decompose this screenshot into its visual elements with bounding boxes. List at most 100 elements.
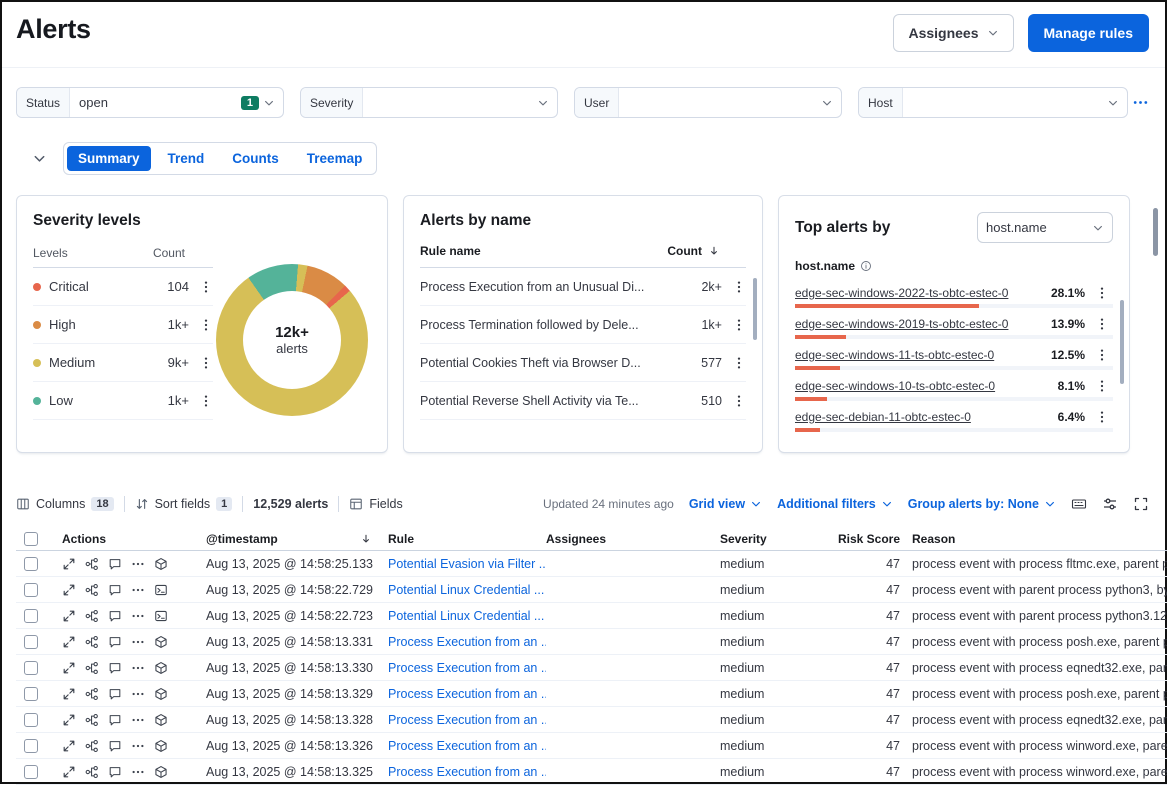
filter-host[interactable]: Host <box>858 87 1128 118</box>
column-header-risk-score[interactable]: Risk Score <box>834 532 900 546</box>
analyzer-icon[interactable] <box>85 557 99 571</box>
manage-rules-button[interactable]: Manage rules <box>1028 14 1149 52</box>
rule-link[interactable]: Process Execution from an ... <box>388 687 546 701</box>
comment-icon[interactable] <box>108 687 122 701</box>
row-checkbox[interactable] <box>24 739 38 753</box>
more-filters-icon[interactable] <box>1132 94 1149 111</box>
filter-status[interactable]: Statusopen1 <box>16 87 284 118</box>
expand-icon[interactable] <box>62 583 76 597</box>
rule-link[interactable]: Process Execution from an ... <box>388 739 546 753</box>
rule-link[interactable]: Process Execution from an ... <box>388 661 546 675</box>
more-actions-icon[interactable] <box>131 583 145 597</box>
kebab-icon[interactable] <box>1095 348 1109 362</box>
info-icon[interactable] <box>860 260 872 272</box>
analyzer-icon[interactable] <box>85 765 99 779</box>
rule-link[interactable]: Process Execution from an ... <box>388 713 546 727</box>
analyzer-icon[interactable] <box>85 583 99 597</box>
more-actions-icon[interactable] <box>131 739 145 753</box>
comment-icon[interactable] <box>108 557 122 571</box>
kebab-icon[interactable] <box>199 318 213 332</box>
page-scrollbar[interactable] <box>1153 208 1158 256</box>
more-actions-icon[interactable] <box>131 557 145 571</box>
fullscreen-icon[interactable] <box>1133 496 1149 512</box>
count-column-header[interactable]: Count <box>667 244 720 258</box>
panel-scrollbar[interactable] <box>753 278 757 340</box>
expand-icon[interactable] <box>62 687 76 701</box>
kebab-icon[interactable] <box>732 356 746 370</box>
cube-icon[interactable] <box>154 713 168 727</box>
kebab-icon[interactable] <box>199 280 213 294</box>
more-actions-icon[interactable] <box>131 713 145 727</box>
more-actions-icon[interactable] <box>131 635 145 649</box>
session-icon[interactable] <box>154 583 168 597</box>
kebab-icon[interactable] <box>199 394 213 408</box>
cube-icon[interactable] <box>154 661 168 675</box>
rule-link[interactable]: Process Execution from an ... <box>388 765 546 779</box>
panel-scrollbar[interactable] <box>1120 300 1124 384</box>
comment-icon[interactable] <box>108 635 122 649</box>
host-name-link[interactable]: edge-sec-windows-2019-ts-obtc-estec-0 <box>795 317 1043 331</box>
more-actions-icon[interactable] <box>131 765 145 779</box>
row-checkbox[interactable] <box>24 661 38 675</box>
comment-icon[interactable] <box>108 609 122 623</box>
row-checkbox[interactable] <box>24 609 38 623</box>
kebab-icon[interactable] <box>732 394 746 408</box>
top-alerts-field-select[interactable]: host.name <box>977 212 1113 243</box>
analyzer-icon[interactable] <box>85 713 99 727</box>
more-actions-icon[interactable] <box>131 661 145 675</box>
row-checkbox[interactable] <box>24 713 38 727</box>
cube-icon[interactable] <box>154 687 168 701</box>
row-checkbox[interactable] <box>24 635 38 649</box>
group-alerts-dropdown[interactable]: Group alerts by: None <box>908 497 1056 511</box>
kebab-icon[interactable] <box>732 318 746 332</box>
expand-icon[interactable] <box>62 557 76 571</box>
analyzer-icon[interactable] <box>85 687 99 701</box>
tab-summary[interactable]: Summary <box>67 146 151 171</box>
expand-icon[interactable] <box>62 661 76 675</box>
fields-button[interactable]: Fields <box>349 497 402 511</box>
tab-treemap[interactable]: Treemap <box>296 146 374 171</box>
row-checkbox[interactable] <box>24 765 38 779</box>
keyboard-shortcuts-icon[interactable] <box>1071 496 1087 512</box>
cube-icon[interactable] <box>154 635 168 649</box>
filter-severity[interactable]: Severity <box>300 87 558 118</box>
expand-icon[interactable] <box>62 609 76 623</box>
comment-icon[interactable] <box>108 765 122 779</box>
host-name-link[interactable]: edge-sec-windows-11-ts-obtc-estec-0 <box>795 348 1043 362</box>
more-actions-icon[interactable] <box>131 609 145 623</box>
expand-icon[interactable] <box>62 635 76 649</box>
kebab-icon[interactable] <box>1095 317 1109 331</box>
sort-fields-button[interactable]: Sort fields 1 <box>135 497 233 511</box>
rule-link[interactable]: Potential Linux Credential ... <box>388 609 544 623</box>
host-name-link[interactable]: edge-sec-windows-2022-ts-obtc-estec-0 <box>795 286 1043 300</box>
analyzer-icon[interactable] <box>85 661 99 675</box>
expand-icon[interactable] <box>62 765 76 779</box>
more-actions-icon[interactable] <box>131 687 145 701</box>
cube-icon[interactable] <box>154 765 168 779</box>
column-header-rule[interactable]: Rule <box>388 532 546 546</box>
additional-filters-dropdown[interactable]: Additional filters <box>777 497 893 511</box>
columns-button[interactable]: Columns 18 <box>16 497 114 511</box>
row-checkbox[interactable] <box>24 557 38 571</box>
rule-link[interactable]: Process Execution from an ... <box>388 635 546 649</box>
row-checkbox[interactable] <box>24 687 38 701</box>
select-all-checkbox[interactable] <box>24 532 38 546</box>
kebab-icon[interactable] <box>1095 379 1109 393</box>
kebab-icon[interactable] <box>1095 410 1109 424</box>
rule-link[interactable]: Potential Linux Credential ... <box>388 583 544 597</box>
analyzer-icon[interactable] <box>85 635 99 649</box>
expand-icon[interactable] <box>62 739 76 753</box>
analyzer-icon[interactable] <box>85 739 99 753</box>
filter-user[interactable]: User <box>574 87 842 118</box>
display-options-icon[interactable] <box>1102 496 1118 512</box>
kebab-icon[interactable] <box>732 280 746 294</box>
expand-icon[interactable] <box>62 713 76 727</box>
column-header-severity[interactable]: Severity <box>720 532 834 546</box>
host-name-link[interactable]: edge-sec-windows-10-ts-obtc-estec-0 <box>795 379 1050 393</box>
comment-icon[interactable] <box>108 713 122 727</box>
tab-counts[interactable]: Counts <box>221 146 290 171</box>
column-header-assignees[interactable]: Assignees <box>546 532 720 546</box>
comment-icon[interactable] <box>108 583 122 597</box>
cube-icon[interactable] <box>154 557 168 571</box>
rule-link[interactable]: Potential Evasion via Filter ... <box>388 557 546 571</box>
